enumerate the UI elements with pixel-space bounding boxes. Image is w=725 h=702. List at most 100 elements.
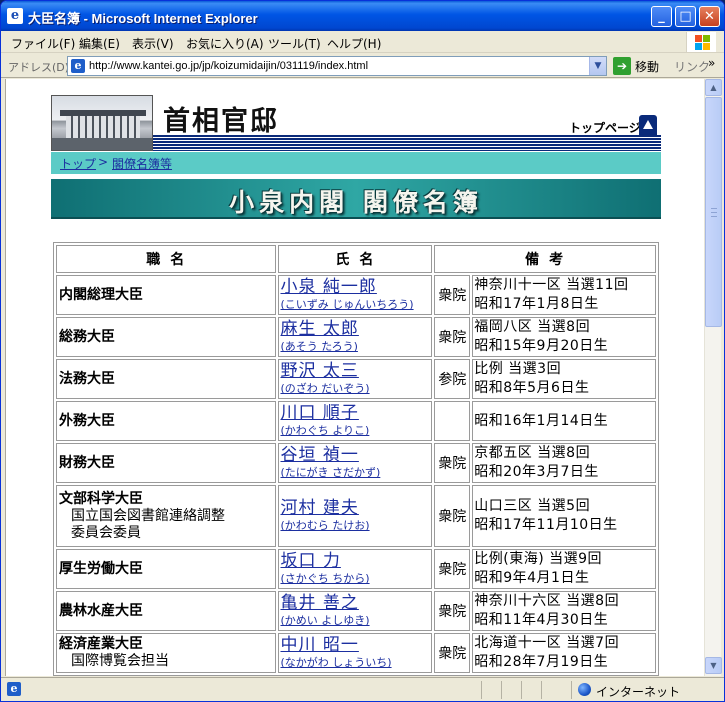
address-input[interactable]: e http://www.kantei.go.jp/jp/koizumidaij… — [67, 56, 607, 76]
menu-view[interactable]: 表示(V) — [132, 35, 174, 52]
minister-kana-link[interactable]: (さかぐち ちから) — [280, 571, 431, 586]
menu-file[interactable]: ファイル(F) — [11, 35, 75, 52]
up-arrow-icon[interactable] — [639, 115, 657, 135]
status-bar: e インターネット — [1, 677, 724, 701]
menu-tools[interactable]: ツール(T) — [268, 35, 321, 52]
breadcrumb-separator: > — [98, 155, 109, 169]
minister-name-link[interactable]: 川口 順子 — [280, 404, 431, 423]
note-cell: 山口三区 当選5回昭和17年11月10日生 — [472, 485, 656, 547]
links-chevron-icon[interactable]: » — [708, 56, 715, 70]
minister-name-link[interactable]: 中川 昭一 — [280, 636, 431, 655]
minister-kana-link[interactable]: (かめい よしゆき) — [280, 613, 431, 628]
position-cell: 財務大臣 — [56, 443, 277, 483]
breadcrumb-top-link[interactable]: トップ — [60, 155, 96, 172]
table-row: 経済産業大臣 国際博覧会担当 中川 昭一 (なかがわ しょういち) 衆院 北海道十一… — [56, 633, 656, 673]
minister-kana-link[interactable]: (たにがき さだかず) — [280, 465, 431, 480]
ie-page-icon: e — [7, 8, 23, 24]
note-born: 昭和28年7月19日生 — [474, 654, 609, 670]
address-dropdown-icon[interactable]: ▼ — [589, 57, 606, 75]
status-divider — [501, 681, 502, 699]
name-cell: 谷垣 禎一 (たにがき さだかず) — [278, 443, 433, 483]
position-title: 厚生労働大臣 — [59, 560, 143, 577]
note-district: 比例(東海) 当選9回 — [474, 551, 603, 567]
page-heading: 小泉内閣 閣僚名簿 — [229, 188, 483, 217]
note-born: 昭和11年4月30日生 — [474, 612, 609, 628]
menu-favorites[interactable]: お気に入り(A) — [186, 35, 264, 52]
house-cell: 衆院 — [434, 633, 471, 673]
close-button[interactable]: ✕ — [699, 6, 720, 27]
position-cell: 文部科学大臣 国立国会図書館連絡調整 委員会委員 — [56, 485, 277, 547]
status-divider — [521, 681, 522, 699]
scroll-up-icon[interactable]: ▲ — [705, 79, 722, 96]
position-title: 内閣総理大臣 — [59, 286, 143, 303]
note-cell: 北海道十一区 当選7回 昭和28年7月19日生 — [472, 633, 656, 673]
menu-help[interactable]: ヘルプ(H) — [327, 35, 381, 52]
maximize-button[interactable]: □ — [675, 6, 696, 27]
note-district: 京都五区 当選8回 — [474, 445, 591, 461]
scroll-down-icon[interactable]: ▼ — [705, 657, 722, 674]
note-born: 昭和17年1月8日生 — [474, 296, 599, 312]
vertical-scrollbar[interactable]: ▲ ▼ — [704, 79, 722, 676]
name-cell: 中川 昭一 (なかがわ しょういち) — [278, 633, 433, 673]
top-page-link[interactable]: トップページ — [569, 119, 641, 136]
table-row: 農林水産大臣 亀井 善之 (かめい よしゆき) 衆院 神奈川十六区 当選8回 昭和1… — [56, 591, 656, 631]
go-button[interactable]: ➔ 移動 — [613, 57, 665, 75]
note-district: 山口三区 当選5回 — [474, 498, 591, 514]
menu-edit[interactable]: 編集(E) — [79, 35, 120, 52]
kantei-building-photo — [51, 95, 153, 151]
house-cell: 参院 — [434, 359, 471, 399]
status-divider — [481, 681, 482, 699]
position-cell: 総務大臣 — [56, 317, 277, 357]
note-born: 昭和17年11月10日生 — [474, 517, 618, 533]
position-title: 財務大臣 — [59, 454, 115, 471]
minimize-button[interactable]: _ — [651, 6, 672, 27]
position-sub-line: 国立国会図書館連絡調整 — [71, 507, 225, 524]
minister-name-link[interactable]: 坂口 力 — [280, 552, 431, 571]
minister-name-link[interactable]: 亀井 善之 — [280, 594, 431, 613]
banner-stripes — [153, 135, 661, 151]
position-cell: 経済産業大臣 国際博覧会担当 — [56, 633, 277, 673]
position-title: 農林水産大臣 — [59, 602, 143, 619]
site-title[interactable]: 首相官邸 — [163, 99, 279, 138]
minister-kana-link[interactable]: (のざわ だいぞう) — [280, 381, 431, 396]
house-cell — [434, 401, 471, 441]
scroll-thumb[interactable] — [705, 97, 722, 327]
note-born: 昭和16年1月14日生 — [474, 412, 609, 429]
address-url[interactable]: http://www.kantei.go.jp/jp/koizumidaijin… — [89, 60, 368, 72]
note-cell: 比例 当選3回 昭和8年5月6日生 — [472, 359, 656, 399]
minister-kana-link[interactable]: (こいずみ じゅんいちろう) — [280, 297, 431, 312]
position-cell: 農林水産大臣 — [56, 591, 277, 631]
header-name: 氏名 — [278, 245, 433, 273]
note-district: 神奈川十一区 当選11回 — [474, 277, 629, 293]
minister-name-link[interactable]: 谷垣 禎一 — [280, 446, 431, 465]
name-cell: 坂口 力 (さかぐち ちから) — [278, 549, 433, 589]
minister-name-link[interactable]: 小泉 純一郎 — [280, 278, 431, 297]
minister-name-link[interactable]: 野沢 太三 — [280, 362, 431, 381]
note-born: 昭和15年9月20日生 — [474, 338, 609, 354]
minister-name-link[interactable]: 河村 建夫 — [280, 499, 431, 518]
note-born: 昭和20年3月7日生 — [474, 464, 599, 480]
table-row: 総務大臣 麻生 太郎 (あそう たろう) 衆院 福岡八区 当選8回 昭和15年9月2… — [56, 317, 656, 357]
table-row: 内閣総理大臣 小泉 純一郎 (こいずみ じゅんいちろう) 衆院 神奈川十一区 当選… — [56, 275, 656, 315]
minister-kana-link[interactable]: (あそう たろう) — [280, 339, 431, 354]
house-cell: 衆院 — [434, 317, 471, 357]
minister-kana-link[interactable]: (かわむら たけお) — [280, 518, 431, 533]
status-divider — [541, 681, 542, 699]
go-arrow-icon: ➔ — [613, 57, 631, 75]
security-zone-label: インターネット — [596, 685, 681, 699]
window-title: 大臣名簿 - Microsoft Internet Explorer — [28, 11, 258, 26]
house-cell: 衆院 — [434, 485, 471, 547]
breadcrumb-cabinet-link[interactable]: 閣僚名簿等 — [112, 155, 172, 172]
house-cell: 衆院 — [434, 443, 471, 483]
note-district: 北海道十一区 当選7回 — [474, 635, 620, 651]
table-row: 法務大臣 野沢 太三 (のざわ だいぞう) 参院 比例 当選3回 昭和8年5月6日生 — [56, 359, 656, 399]
minister-kana-link[interactable]: (かわぐち よりこ) — [280, 423, 431, 438]
internet-globe-icon — [578, 683, 591, 696]
title-bar[interactable]: e 大臣名簿 - Microsoft Internet Explorer _ □… — [1, 1, 724, 31]
minister-name-link[interactable]: 麻生 太郎 — [280, 320, 431, 339]
page-heading-band: 小泉内閣 閣僚名簿 — [51, 179, 661, 219]
links-button[interactable]: リンク — [674, 58, 710, 75]
menu-bar: ファイル(F) 編集(E) 表示(V) お気に入り(A) ツール(T) ヘルプ(… — [1, 31, 724, 53]
position-title: 総務大臣 — [59, 328, 115, 345]
minister-kana-link[interactable]: (なかがわ しょういち) — [280, 655, 431, 670]
